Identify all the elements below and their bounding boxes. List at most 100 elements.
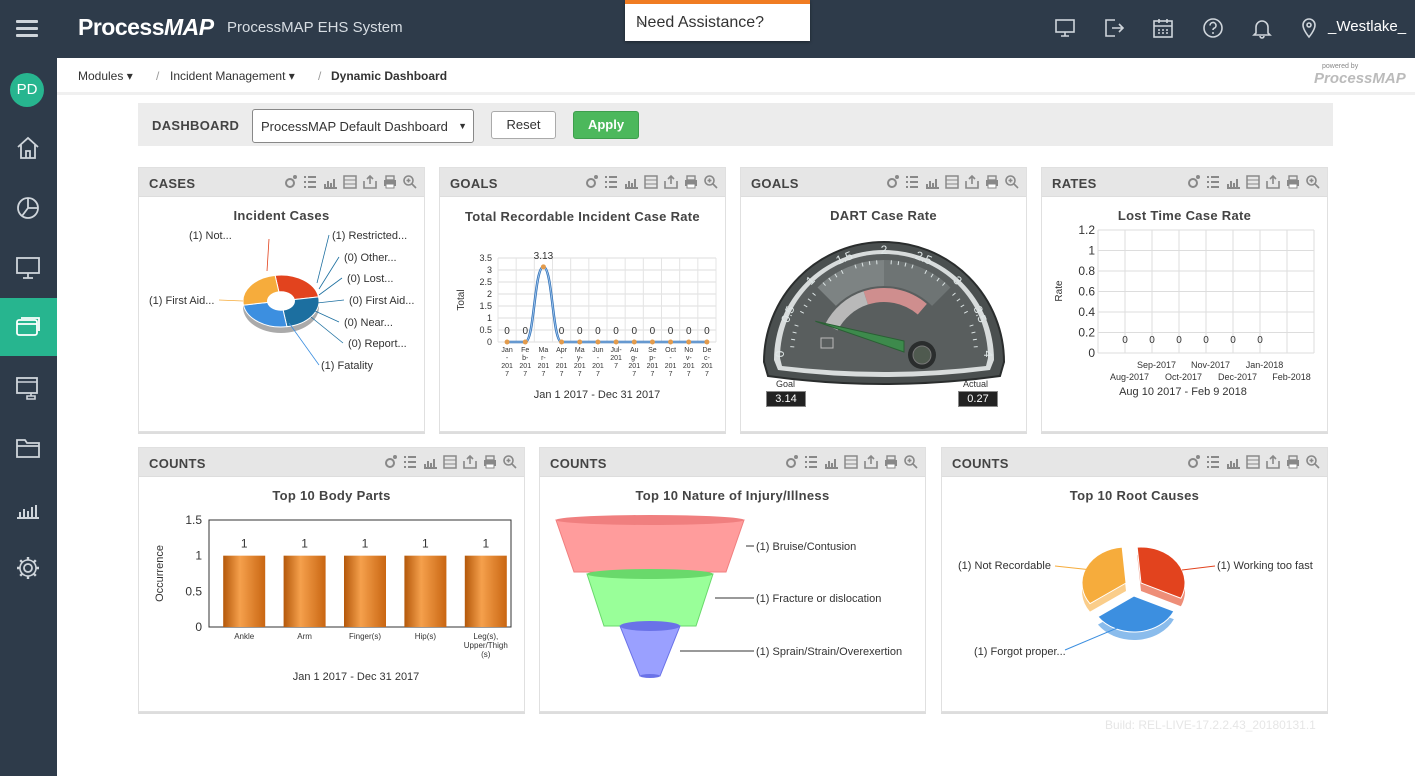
sidebar-item-sitemap[interactable]	[0, 358, 57, 416]
x-tick-label: 201	[647, 363, 659, 370]
breadcrumb-modules[interactable]: Modules ▾	[78, 69, 133, 83]
zoom-icon[interactable]	[1305, 174, 1321, 190]
need-assistance-dropdown[interactable]: Need Assistance? ⌄	[625, 0, 810, 41]
zoom-icon[interactable]	[903, 454, 919, 470]
location-icon[interactable]	[1298, 17, 1320, 39]
help-icon[interactable]	[1202, 17, 1224, 39]
sidebar-item-profile[interactable]: PD	[0, 58, 57, 116]
table-icon[interactable]	[442, 454, 458, 470]
x-tick-label: Apr	[556, 347, 568, 354]
x-tick-label: Sep-2017	[1137, 360, 1176, 370]
zoom-icon[interactable]	[703, 174, 719, 190]
bar-chart-icon[interactable]	[623, 174, 639, 190]
gauge-minor-tick	[791, 338, 796, 341]
avatar[interactable]: PD	[10, 73, 44, 107]
bar	[464, 555, 507, 627]
logo[interactable]: ProcessMAP	[78, 14, 214, 41]
settings-icon[interactable]	[282, 174, 298, 190]
breadcrumb-incident-management[interactable]: Incident Management ▾	[170, 69, 295, 83]
panel-toolbar	[1185, 174, 1321, 190]
data-point	[631, 339, 637, 345]
export-icon[interactable]	[1265, 454, 1281, 470]
data-label: 1	[301, 537, 308, 551]
export-icon[interactable]	[362, 174, 378, 190]
print-icon[interactable]	[1285, 174, 1301, 190]
bar-chart-icon[interactable]	[322, 174, 338, 190]
sidebar-item-settings[interactable]	[0, 538, 57, 596]
sidebar-item-analytics[interactable]	[0, 478, 57, 536]
apply-button[interactable]: Apply	[573, 111, 639, 139]
y-tick-label: 0.5	[185, 584, 202, 598]
print-icon[interactable]	[883, 454, 899, 470]
table-icon[interactable]	[1245, 454, 1261, 470]
export-icon[interactable]	[663, 174, 679, 190]
folder-icon	[16, 439, 40, 458]
settings-icon[interactable]	[583, 174, 599, 190]
zoom-icon[interactable]	[1305, 454, 1321, 470]
bar-chart-icon[interactable]	[1225, 454, 1241, 470]
x-tick-label: Aug-2017	[1110, 372, 1149, 382]
leader-line	[288, 322, 320, 366]
reset-button[interactable]: Reset	[491, 111, 556, 139]
print-icon[interactable]	[683, 174, 699, 190]
settings-icon[interactable]	[1185, 454, 1201, 470]
bar-chart-icon[interactable]	[823, 454, 839, 470]
panel-nature-injury: COUNTS Top 10 Nature of Injury/Illness (…	[539, 447, 926, 712]
list-icon[interactable]	[1205, 454, 1221, 470]
table-icon[interactable]	[643, 174, 659, 190]
bell-icon[interactable]	[1251, 17, 1273, 39]
settings-icon[interactable]	[382, 454, 398, 470]
list-icon[interactable]	[803, 454, 819, 470]
sidebar-item-reports[interactable]	[0, 178, 57, 236]
print-icon[interactable]	[382, 174, 398, 190]
bar-chart-icon[interactable]	[422, 454, 438, 470]
slice-label: (0) Near...	[344, 317, 393, 329]
sidebar-item-dashboard[interactable]	[0, 298, 57, 356]
settings-icon[interactable]	[1185, 174, 1201, 190]
monitor-icon[interactable]	[1054, 17, 1076, 39]
settings-icon[interactable]	[884, 174, 900, 190]
export-icon[interactable]	[863, 454, 879, 470]
zoom-icon[interactable]	[502, 454, 518, 470]
zoom-icon[interactable]	[1004, 174, 1020, 190]
gauge-hub-cap	[912, 345, 932, 365]
sidebar-item-monitor[interactable]	[0, 238, 57, 296]
list-icon[interactable]	[302, 174, 318, 190]
bar-chart-icon[interactable]	[924, 174, 940, 190]
trir-line-chart: 00.511.522.533.5Total0 03.130 0 0 0 0 0 0 0 0Jan-…	[456, 251, 717, 401]
sidebar-item-documents[interactable]	[0, 418, 57, 476]
calendar-icon[interactable]	[1152, 17, 1174, 39]
y-tick-label: 1	[1088, 244, 1095, 258]
gauge-minor-tick	[868, 261, 871, 266]
list-icon[interactable]	[603, 174, 619, 190]
table-icon[interactable]	[1245, 174, 1261, 190]
user-name[interactable]: _Westlake_	[1328, 18, 1406, 35]
dashboard-select[interactable]: ProcessMAP Default Dashboard ▼	[252, 109, 474, 143]
menu-icon[interactable]	[16, 20, 38, 38]
table-icon[interactable]	[944, 174, 960, 190]
list-icon[interactable]	[904, 174, 920, 190]
sidebar-item-home[interactable]	[0, 118, 57, 176]
y-tick-label: 1	[195, 549, 202, 563]
table-icon[interactable]	[843, 454, 859, 470]
print-icon[interactable]	[1285, 454, 1301, 470]
export-icon[interactable]	[1265, 174, 1281, 190]
table-icon[interactable]	[342, 174, 358, 190]
data-label: 0	[504, 326, 510, 337]
print-icon[interactable]	[482, 454, 498, 470]
export-icon[interactable]	[964, 174, 980, 190]
list-icon[interactable]	[1205, 174, 1221, 190]
x-tick-label: 7	[523, 371, 527, 378]
bar-chart-icon[interactable]	[1225, 174, 1241, 190]
list-icon[interactable]	[402, 454, 418, 470]
settings-icon	[17, 557, 39, 579]
date-range: Jan 1 2017 - Dec 31 2017	[293, 671, 420, 683]
print-icon[interactable]	[984, 174, 1000, 190]
dashboard-label: DASHBOARD	[152, 118, 240, 133]
chart-title: Top 10 Body Parts	[272, 488, 391, 503]
logout-icon[interactable]	[1103, 17, 1125, 39]
settings-icon[interactable]	[783, 454, 799, 470]
y-tick-label: 0	[195, 620, 202, 634]
export-icon[interactable]	[462, 454, 478, 470]
zoom-icon[interactable]	[402, 174, 418, 190]
